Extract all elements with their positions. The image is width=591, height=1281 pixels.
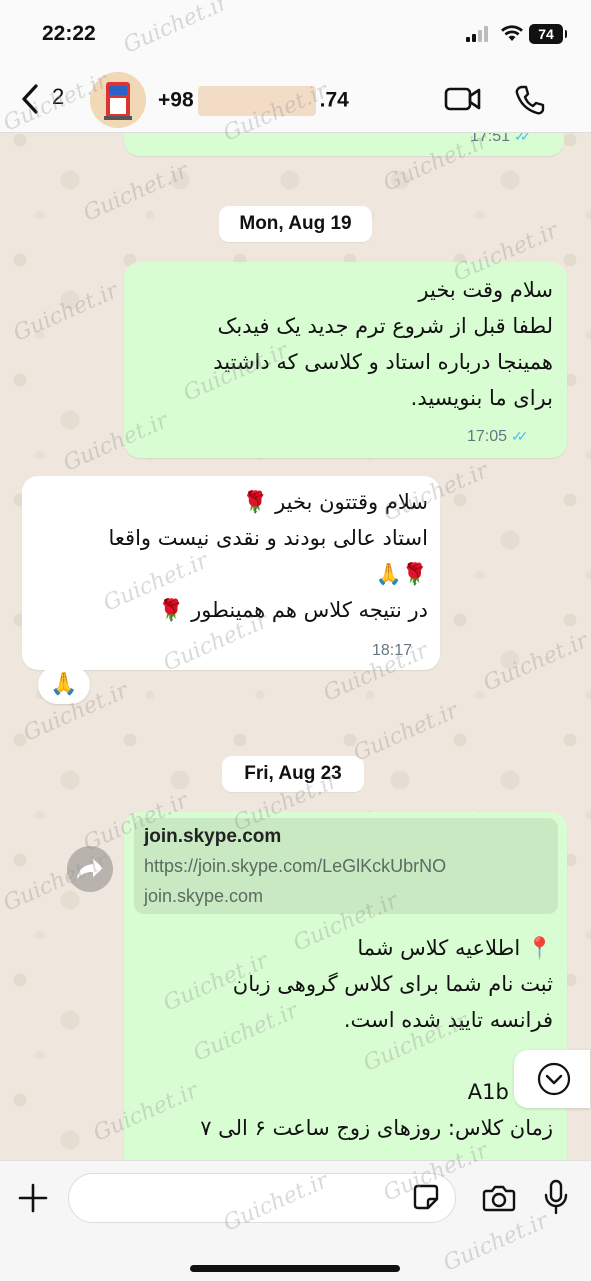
contact-name[interactable]: +98 .74 xyxy=(158,86,368,116)
link-title: join.skype.com xyxy=(144,826,282,847)
home-indicator xyxy=(190,1265,400,1272)
scroll-to-bottom-button[interactable] xyxy=(514,1050,590,1108)
message-text: سلام وقتتون بخیر 🌹 استاد عالی بودند و نق… xyxy=(108,490,428,622)
avatar[interactable] xyxy=(90,72,146,128)
plus-icon[interactable] xyxy=(18,1183,48,1213)
message-bubble-outgoing[interactable]: سلام وقت بخیر لطفا قبل از شروع ترم جدید … xyxy=(124,262,567,458)
date-chip: Mon, Aug 19 xyxy=(219,206,372,242)
phone-prefix: +98 xyxy=(158,88,194,112)
kiosk-logo-icon xyxy=(90,72,146,128)
video-camera-icon[interactable] xyxy=(444,86,482,112)
sticker-icon[interactable] xyxy=(412,1183,440,1211)
camera-icon[interactable] xyxy=(482,1183,516,1213)
microphone-icon[interactable] xyxy=(543,1179,569,1215)
message-reaction[interactable]: 🙏 xyxy=(38,666,90,704)
message-meta: 17:05 ✓✓ xyxy=(467,428,529,446)
message-text: 📍 اطلاعیه کلاس شما ثبت نام شما برای کلاس… xyxy=(200,936,553,1140)
message-input[interactable] xyxy=(68,1173,456,1223)
chevron-left-icon[interactable] xyxy=(16,82,46,116)
status-bar: 22:22 74 xyxy=(0,0,591,66)
unread-count[interactable]: 2 xyxy=(52,84,64,110)
chevron-down-icon xyxy=(537,1062,571,1096)
message-text: سلام وقت بخیر لطفا قبل از شروع ترم جدید … xyxy=(213,278,553,410)
battery-icon: 74 xyxy=(529,24,567,44)
message-time: 17:05 xyxy=(467,428,508,445)
redacted-number xyxy=(197,86,316,116)
read-ticks-icon: ✓✓ xyxy=(511,428,529,444)
signal-icon xyxy=(466,26,492,42)
message-bubble-outgoing[interactable]: join.skype.com https://join.skype.com/Le… xyxy=(124,812,567,1192)
link-url[interactable]: https://join.skype.com/LeGlKckUbrNO xyxy=(144,856,446,877)
link-domain: join.skype.com xyxy=(144,886,264,906)
forward-arrow-icon xyxy=(77,859,103,879)
phone-suffix: .74 xyxy=(319,88,349,112)
link-preview[interactable]: join.skype.com https://join.skype.com/Le… xyxy=(134,818,558,914)
message-bubble-incoming[interactable]: سلام وقتتون بخیر 🌹 استاد عالی بودند و نق… xyxy=(22,476,440,670)
message-time: 18:17 xyxy=(372,642,413,659)
chat-header: 2 +98 .74 xyxy=(0,66,591,133)
wifi-icon xyxy=(501,25,523,41)
forward-button[interactable] xyxy=(67,846,113,892)
composer-bar xyxy=(0,1160,591,1281)
phone-icon[interactable] xyxy=(514,84,546,116)
status-time: 22:22 xyxy=(42,22,96,45)
date-chip: Fri, Aug 23 xyxy=(222,756,364,792)
